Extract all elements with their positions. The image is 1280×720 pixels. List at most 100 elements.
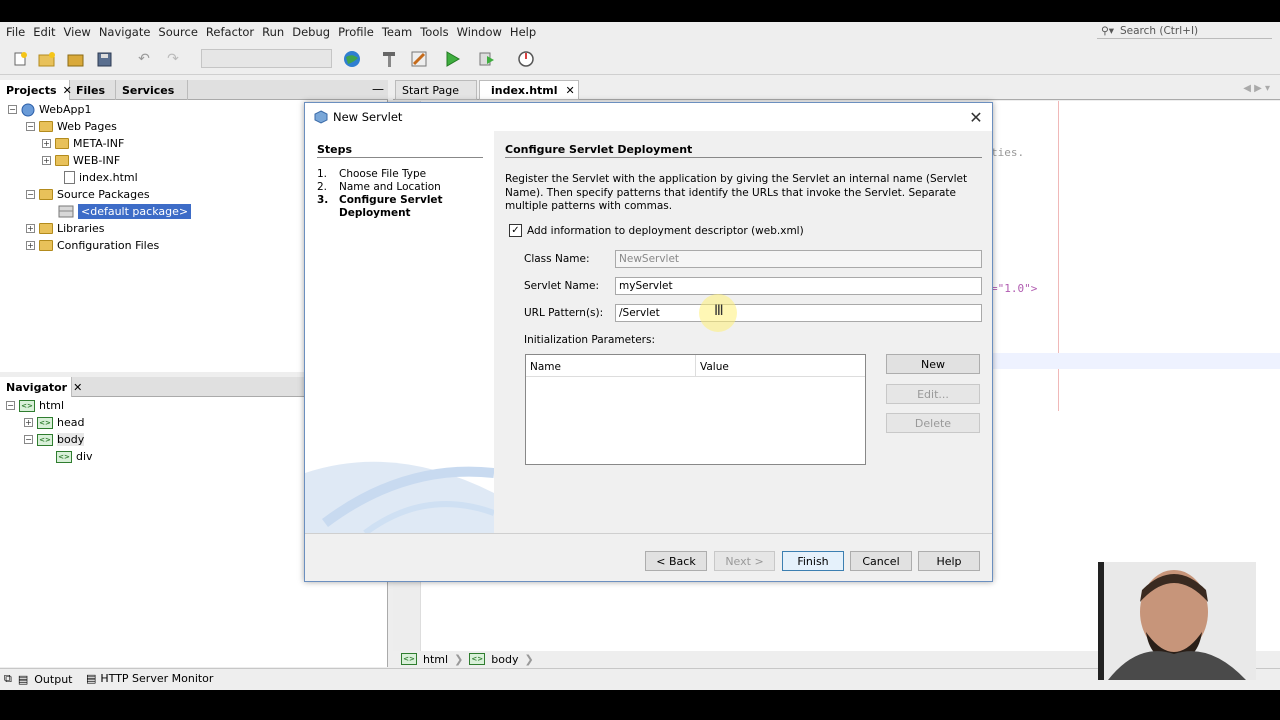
tree-label: WEB-INF bbox=[73, 154, 121, 167]
url-pattern-field[interactable]: /Servlet bbox=[615, 304, 982, 322]
decorative-swoosh-graphic bbox=[305, 461, 494, 533]
tab-navigator[interactable]: Navigator ✕ bbox=[0, 377, 82, 397]
browser-globe-icon[interactable] bbox=[342, 49, 362, 69]
open-project-icon[interactable] bbox=[66, 49, 86, 69]
breadcrumb-body[interactable]: body bbox=[491, 653, 518, 666]
init-params-table[interactable]: Name Value bbox=[525, 354, 866, 465]
menu-file[interactable]: File bbox=[2, 25, 29, 39]
search-placeholder: Search (Ctrl+I) bbox=[1119, 24, 1199, 37]
menu-team[interactable]: Team bbox=[378, 25, 416, 39]
finish-button[interactable]: Finish bbox=[782, 551, 844, 571]
new-file-icon[interactable] bbox=[10, 49, 30, 69]
tag-icon: <> bbox=[401, 653, 417, 665]
menu-debug[interactable]: Debug bbox=[288, 25, 334, 39]
edit-param-button[interactable]: Edit... bbox=[886, 384, 980, 404]
save-all-icon[interactable] bbox=[95, 49, 115, 69]
minimize-icon[interactable]: — bbox=[372, 82, 384, 96]
tree-meta-inf[interactable]: + META-INF bbox=[42, 135, 124, 152]
dialog-title: New Servlet bbox=[333, 110, 403, 124]
tree-project[interactable]: − WebApp1 bbox=[8, 101, 91, 118]
new-param-button[interactable]: New bbox=[886, 354, 980, 374]
tree-default-package[interactable]: <default package> bbox=[58, 203, 192, 220]
column-header-name[interactable]: Name bbox=[526, 355, 696, 376]
build-hammer-icon[interactable] bbox=[379, 49, 399, 69]
back-button[interactable]: < Back bbox=[645, 551, 707, 571]
menu-edit[interactable]: Edit bbox=[29, 25, 59, 39]
tree-label: head bbox=[57, 416, 85, 429]
expand-icon[interactable]: + bbox=[26, 224, 35, 233]
menu-navigate[interactable]: Navigate bbox=[95, 25, 155, 39]
tree-config-files[interactable]: + Configuration Files bbox=[26, 237, 159, 254]
nav-body[interactable]: − <> body bbox=[24, 431, 85, 448]
section-heading: Configure Servlet Deployment bbox=[505, 143, 693, 156]
checkbox-checked-icon[interactable]: ✓ bbox=[509, 224, 522, 237]
output-icon: ▤ bbox=[17, 672, 29, 686]
tab-start-page[interactable]: Start Page bbox=[395, 80, 477, 100]
cancel-button[interactable]: Cancel bbox=[850, 551, 912, 571]
tab-scroll-icons[interactable]: ◀ ▶ ▾ bbox=[1243, 83, 1270, 94]
nav-html[interactable]: − <> html bbox=[6, 397, 64, 414]
restore-icon[interactable]: ⧉ bbox=[4, 672, 12, 686]
servlet-name-field[interactable]: myServlet bbox=[615, 277, 982, 295]
folder-icon bbox=[39, 240, 53, 251]
column-header-value[interactable]: Value bbox=[696, 355, 733, 376]
close-icon[interactable]: ✕ bbox=[966, 107, 986, 127]
tree-source-packages[interactable]: − Source Packages bbox=[26, 186, 150, 203]
clean-build-icon[interactable] bbox=[409, 49, 429, 69]
search-icon: ⚲▾ bbox=[1101, 24, 1114, 37]
expand-icon[interactable]: + bbox=[26, 241, 35, 250]
tab-index-html[interactable]: index.html ✕ bbox=[479, 80, 579, 100]
collapse-icon[interactable]: − bbox=[6, 401, 15, 410]
tree-label: Web Pages bbox=[57, 120, 117, 133]
expand-icon[interactable]: + bbox=[24, 418, 33, 427]
tab-projects[interactable]: Projects ✕ bbox=[0, 80, 72, 100]
collapse-icon[interactable]: − bbox=[26, 122, 35, 131]
run-icon[interactable] bbox=[442, 49, 462, 69]
deployment-descriptor-checkbox-row[interactable]: ✓ Add information to deployment descript… bbox=[509, 224, 804, 237]
step-2: 2. Name and Location bbox=[317, 181, 441, 193]
help-button[interactable]: Help bbox=[918, 551, 980, 571]
tree-libraries[interactable]: + Libraries bbox=[26, 220, 105, 237]
tab-files[interactable]: Files bbox=[70, 80, 116, 100]
menu-profile[interactable]: Profile bbox=[334, 25, 378, 39]
close-icon[interactable]: ✕ bbox=[73, 381, 82, 394]
debug-icon[interactable] bbox=[477, 49, 497, 69]
tree-label: html bbox=[39, 399, 65, 412]
next-button[interactable]: Next > bbox=[714, 551, 775, 571]
nav-head[interactable]: + <> head bbox=[24, 414, 84, 431]
menu-tools[interactable]: Tools bbox=[416, 25, 452, 39]
menu-source[interactable]: Source bbox=[154, 25, 202, 39]
menu-window[interactable]: Window bbox=[453, 25, 506, 39]
undo-icon[interactable]: ↶ bbox=[134, 49, 154, 69]
config-pane: Configure Servlet Deployment Register th… bbox=[494, 131, 992, 533]
folder-icon bbox=[39, 189, 53, 200]
menu-help[interactable]: Help bbox=[506, 25, 540, 39]
redo-icon[interactable]: ↷ bbox=[163, 49, 183, 69]
tree-web-pages[interactable]: − Web Pages bbox=[26, 118, 117, 135]
expand-icon[interactable]: + bbox=[42, 156, 51, 165]
close-icon[interactable]: ✕ bbox=[566, 84, 575, 97]
expand-icon[interactable]: + bbox=[42, 139, 51, 148]
profile-icon[interactable] bbox=[516, 49, 536, 69]
collapse-icon[interactable]: − bbox=[8, 105, 17, 114]
collapse-icon[interactable]: − bbox=[24, 435, 33, 444]
configuration-combo[interactable] bbox=[201, 49, 332, 68]
folder-icon bbox=[39, 223, 53, 234]
tree-index-html[interactable]: index.html bbox=[64, 169, 138, 186]
menu-run[interactable]: Run bbox=[258, 25, 288, 39]
http-monitor-button[interactable]: ▤ HTTP Server Monitor bbox=[86, 672, 213, 685]
nav-div[interactable]: <> div bbox=[56, 448, 93, 465]
output-button[interactable]: ⧉ ▤ Output bbox=[4, 672, 72, 686]
tab-services[interactable]: Services bbox=[116, 80, 188, 100]
new-project-icon[interactable] bbox=[37, 49, 57, 69]
url-pattern-label: URL Pattern(s): bbox=[524, 307, 604, 319]
delete-param-button[interactable]: Delete bbox=[886, 413, 980, 433]
search-box[interactable]: ⚲▾ Search (Ctrl+I) bbox=[1097, 23, 1272, 39]
dialog-titlebar[interactable]: New Servlet bbox=[305, 103, 992, 131]
menu-refactor[interactable]: Refactor bbox=[202, 25, 258, 39]
menu-view[interactable]: View bbox=[60, 25, 95, 39]
collapse-icon[interactable]: − bbox=[26, 190, 35, 199]
breadcrumb-html[interactable]: html bbox=[423, 653, 448, 666]
tree-web-inf[interactable]: + WEB-INF bbox=[42, 152, 120, 169]
package-icon bbox=[58, 205, 74, 218]
